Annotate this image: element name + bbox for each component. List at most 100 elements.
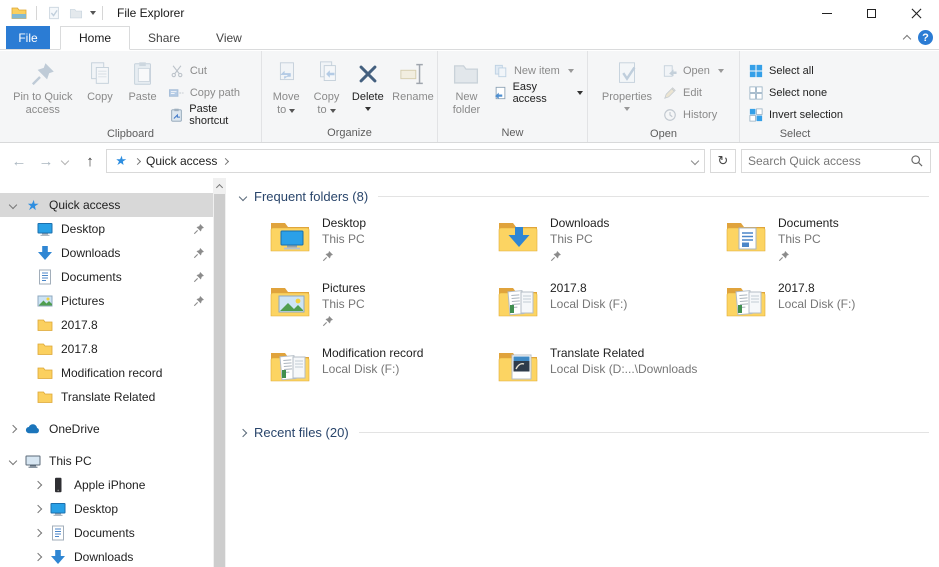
qat-properties-icon[interactable]	[45, 4, 63, 22]
forward-icon[interactable]: →	[35, 153, 57, 170]
pictures-icon	[37, 293, 53, 309]
section-frequent-folders[interactable]: Frequent folders (8)	[236, 189, 939, 204]
chevron-right-icon[interactable]	[238, 428, 248, 437]
ribbon-group-open: Properties Open Edit History Open	[588, 51, 740, 142]
qat-customize-caret-icon[interactable]	[90, 11, 96, 15]
sidebar-scrollbar[interactable]	[213, 178, 226, 567]
sidebar-item-2017-8[interactable]: 2017.8	[0, 337, 213, 361]
copy-path-button[interactable]: Copy path	[165, 82, 261, 104]
scroll-up-button[interactable]	[213, 178, 226, 193]
rename-button[interactable]: Rename	[389, 53, 437, 125]
back-icon[interactable]: ←	[8, 153, 30, 170]
paste-shortcut-icon	[169, 107, 184, 123]
sidebar-item-modification-record[interactable]: Modification record	[0, 361, 213, 385]
history-clock-icon	[662, 107, 678, 123]
minimize-ribbon-icon[interactable]	[902, 34, 912, 44]
paste-shortcut-button[interactable]: Paste shortcut	[165, 103, 261, 127]
divider	[358, 432, 929, 433]
sidebar-item-onedrive[interactable]: OneDrive	[0, 417, 213, 441]
breadcrumb-root[interactable]: Quick access	[146, 154, 217, 168]
easy-access-button[interactable]: Easy access	[489, 81, 587, 105]
navigation-pane: ★ Quick access Desktop Downloads Documen…	[0, 178, 227, 567]
quick-access-star-icon: ★	[114, 153, 128, 168]
maximize-icon	[867, 8, 876, 18]
properties-button[interactable]: Properties	[596, 53, 658, 126]
folder-tile-documents[interactable]: Documents This PC	[724, 216, 939, 281]
folder-tile-translate-related[interactable]: Translate Related Local Disk (D:...\Down…	[496, 346, 724, 411]
invert-selection-button[interactable]: Invert selection	[744, 104, 847, 126]
maximize-button[interactable]	[849, 0, 894, 26]
scrollbar-thumb[interactable]	[214, 194, 225, 567]
move-to-button[interactable]: Move to	[266, 53, 306, 125]
sidebar-item-downloads-pc[interactable]: Downloads	[0, 545, 213, 567]
new-item-icon	[493, 63, 509, 79]
chevron-right-icon[interactable]	[33, 480, 43, 490]
this-pc-icon	[25, 453, 41, 469]
cut-button[interactable]: Cut	[165, 60, 261, 82]
sidebar-item-this-pc[interactable]: This PC	[0, 449, 213, 473]
pin-icon	[550, 250, 562, 262]
items-view: Frequent folders (8) Desktop This PC Dow…	[236, 178, 939, 567]
new-folder-button[interactable]: New folder	[444, 53, 489, 125]
delete-button[interactable]: Delete	[347, 53, 389, 125]
folder-icon	[37, 365, 53, 381]
section-recent-files[interactable]: Recent files (20)	[236, 425, 939, 440]
chevron-right-icon[interactable]	[33, 528, 43, 538]
chevron-down-icon[interactable]	[238, 192, 248, 201]
search-input[interactable]	[748, 154, 910, 168]
chevron-down-icon[interactable]	[8, 200, 18, 210]
sidebar-item-documents[interactable]: Documents	[0, 265, 213, 289]
folder-tile-2017-8[interactable]: 2017.8 Local Disk (F:)	[724, 281, 939, 346]
pictures-folder-icon	[268, 281, 312, 319]
downloads-folder-icon	[496, 216, 540, 254]
recent-locations-caret-icon[interactable]	[60, 156, 70, 166]
sidebar-item-translate-related[interactable]: Translate Related	[0, 385, 213, 409]
copy-to-button[interactable]: Copy to	[306, 53, 346, 125]
new-item-button[interactable]: New item	[489, 60, 587, 82]
search-box[interactable]	[741, 149, 931, 173]
close-button[interactable]	[894, 0, 939, 26]
select-none-button[interactable]: Select none	[744, 82, 847, 104]
sidebar-item-documents-pc[interactable]: Documents	[0, 521, 213, 545]
address-bar[interactable]: ★ Quick access	[106, 149, 705, 173]
copy-button[interactable]: Copy	[80, 53, 121, 126]
sidebar-item-downloads[interactable]: Downloads	[0, 241, 213, 265]
chevron-right-icon[interactable]	[8, 424, 18, 434]
tab-share[interactable]: Share	[130, 26, 198, 49]
sidebar-item-2017-8[interactable]: 2017.8	[0, 313, 213, 337]
folder-tile-pictures[interactable]: Pictures This PC	[268, 281, 496, 346]
sidebar-item-quick-access[interactable]: ★ Quick access	[0, 193, 213, 217]
edit-button[interactable]: Edit	[658, 82, 728, 104]
chevron-right-icon[interactable]	[33, 504, 43, 514]
search-icon[interactable]	[910, 154, 924, 168]
address-dropdown-icon[interactable]	[690, 156, 700, 166]
chevron-right-icon[interactable]	[33, 552, 43, 562]
sidebar-item-pictures[interactable]: Pictures	[0, 289, 213, 313]
sidebar-item-desktop[interactable]: Desktop	[0, 217, 213, 241]
tab-view[interactable]: View	[198, 26, 260, 49]
sidebar-item-desktop-pc[interactable]: Desktop	[0, 497, 213, 521]
select-all-button[interactable]: Select all	[744, 60, 847, 82]
chevron-down-icon[interactable]	[8, 456, 18, 466]
folder-tile-desktop[interactable]: Desktop This PC	[268, 216, 496, 281]
open-button[interactable]: Open	[658, 60, 728, 82]
copy-icon	[86, 57, 114, 91]
tab-home[interactable]: Home	[60, 26, 131, 50]
folder-tile-modification-record[interactable]: Modification record Local Disk (F:)	[268, 346, 496, 411]
history-button[interactable]: History	[658, 104, 728, 126]
refresh-button[interactable]: ↻	[710, 149, 736, 173]
breadcrumb-chevron-icon[interactable]	[133, 157, 142, 165]
qat-new-folder-icon[interactable]	[67, 4, 85, 22]
tab-file[interactable]: File	[6, 26, 50, 49]
close-icon	[911, 8, 922, 18]
folder-tile-2017-8[interactable]: 2017.8 Local Disk (F:)	[496, 281, 724, 346]
folder-tile-downloads[interactable]: Downloads This PC	[496, 216, 724, 281]
paste-button[interactable]: Paste	[120, 53, 165, 126]
up-icon[interactable]: ↑	[79, 153, 101, 170]
pin-to-quick-access-button[interactable]: Pin to Quick access	[6, 53, 80, 126]
minimize-button[interactable]	[804, 0, 849, 26]
help-icon[interactable]: ?	[918, 30, 933, 45]
sidebar-item-apple-iphone[interactable]: Apple iPhone	[0, 473, 213, 497]
breadcrumb-chevron-icon[interactable]	[222, 157, 230, 165]
desktop-icon	[37, 221, 53, 237]
